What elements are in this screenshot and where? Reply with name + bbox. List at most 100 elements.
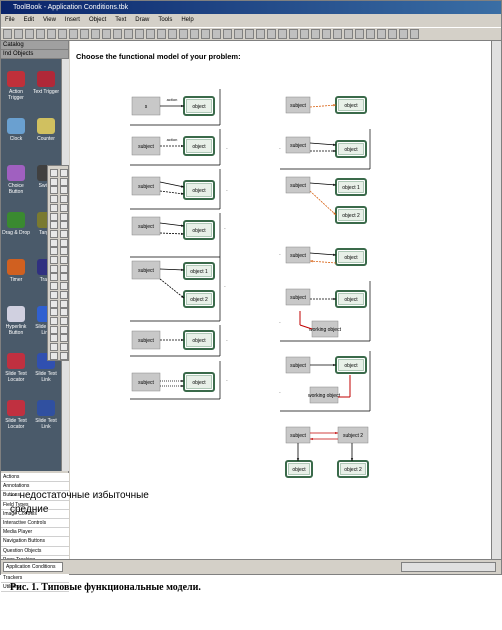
toolbar-button[interactable] [190,29,199,39]
mini-tool-button[interactable] [60,195,68,204]
toolbar-button[interactable] [366,29,375,39]
mini-tool-button[interactable] [60,343,68,351]
toolbar-button[interactable] [223,29,232,39]
toolbar-button[interactable] [113,29,122,39]
mini-tool-button[interactable] [60,308,68,317]
mini-tool-button[interactable] [50,195,58,204]
palette-item[interactable]: Slide Text Locator [1,392,31,438]
mini-tool-button[interactable] [60,282,68,291]
toolbar-button[interactable] [124,29,133,39]
menu-item-file[interactable]: File [5,14,15,26]
palette-item[interactable]: Counter [31,110,61,156]
mini-tool-button[interactable] [60,264,68,273]
mini-tool-button[interactable] [60,229,68,238]
toolbar-button[interactable] [289,29,298,39]
toolbar-button[interactable] [245,29,254,39]
mini-tool-button[interactable] [50,325,58,334]
mini-tool-button[interactable] [60,325,68,334]
toolbar-button[interactable] [102,29,111,39]
mini-tool-button[interactable] [50,212,58,221]
menu-item-text[interactable]: Text [115,14,126,26]
mini-tool-button[interactable] [60,203,68,212]
mini-tool-button[interactable] [50,186,58,195]
toolbar-button[interactable] [278,29,287,39]
mini-tool-button[interactable] [50,290,58,299]
toolbar-button[interactable] [3,29,12,39]
mini-tool-button[interactable] [60,221,68,230]
mini-tool-button[interactable] [50,264,58,273]
mini-tool-button[interactable] [50,343,58,351]
toolbar-button[interactable] [300,29,309,39]
mini-tool-button[interactable] [60,186,68,195]
mini-tool-button[interactable] [60,256,68,264]
catalog-list-item[interactable]: Question Objects [1,547,69,556]
menu-item-draw[interactable]: Draw [135,14,149,26]
toolbar-button[interactable] [168,29,177,39]
mini-tool-button[interactable] [50,308,58,317]
mini-tool-button[interactable] [50,334,58,343]
mini-tool-button[interactable] [60,169,68,177]
toolbar-button[interactable] [14,29,23,39]
mini-tool-button[interactable] [50,273,58,282]
menu-item-edit[interactable]: Edit [24,14,34,26]
toolbar-button[interactable] [388,29,397,39]
mini-tool-button[interactable] [50,229,58,238]
catalog-list-item[interactable]: Navigation Buttons [1,537,69,547]
mini-tool-button[interactable] [50,238,58,247]
menu-item-object[interactable]: Object [89,14,106,26]
mini-tool-button[interactable] [50,169,58,177]
toolbar-button[interactable] [377,29,386,39]
mini-tool-button[interactable] [60,273,68,282]
menu-item-view[interactable]: View [43,14,56,26]
mini-tool-button[interactable] [60,316,68,325]
mini-tool-button[interactable] [50,247,58,256]
mini-tool-button[interactable] [60,334,68,343]
mini-tool-button[interactable] [60,177,68,186]
toolbar-button[interactable] [36,29,45,39]
mini-tool-button[interactable] [60,351,68,360]
toolbar-button[interactable] [355,29,364,39]
palette-item[interactable]: Action Trigger [1,63,31,109]
palette-item[interactable]: Clock [1,110,31,156]
mini-tool-button[interactable] [60,212,68,221]
mini-tool-button[interactable] [50,177,58,186]
toolbar-button[interactable] [47,29,56,39]
toolbar-button[interactable] [80,29,89,39]
toolbar-button[interactable] [212,29,221,39]
mini-tool-button[interactable] [50,203,58,212]
toolbar-button[interactable] [146,29,155,39]
palette-item[interactable]: Slide Text Locator [1,345,31,391]
toolbar-button[interactable] [399,29,408,39]
mini-tool-button[interactable] [60,247,68,256]
mini-tool-button[interactable] [50,282,58,291]
mini-tool-button[interactable] [50,299,58,308]
toolbar-button[interactable] [157,29,166,39]
toolbar-button[interactable] [234,29,243,39]
toolbar-button[interactable] [267,29,276,39]
toolbar-button[interactable] [322,29,331,39]
mini-tool-button[interactable] [50,221,58,230]
horizontal-scrollbar[interactable] [401,562,496,572]
catalog-list-item[interactable]: Interactive Controls [1,519,69,529]
toolbar-button[interactable] [344,29,353,39]
menu-item-help[interactable]: Help [181,14,193,26]
mini-tool-button[interactable] [60,290,68,299]
mini-tool-button[interactable] [50,351,58,360]
catalog-list-item[interactable]: Actions [1,473,69,483]
toolbar-button[interactable] [135,29,144,39]
palette-item[interactable]: Choice Button [1,157,31,203]
toolbar-button[interactable] [410,29,419,39]
vertical-scrollbar[interactable] [491,41,501,559]
page-canvas[interactable]: Choose the functional model of your prob… [70,41,491,559]
mini-tool-button[interactable] [50,316,58,325]
toolbar-button[interactable] [333,29,342,39]
toolbar-button[interactable] [58,29,67,39]
toolbar-button[interactable] [25,29,34,39]
palette-item[interactable]: Text Trigger [31,63,61,109]
mini-tool-button[interactable] [50,256,58,264]
palette-item[interactable]: Slide Text Link [31,392,61,438]
toolbar-button[interactable] [311,29,320,39]
palette-item[interactable]: Timer [1,251,31,297]
toolbar-button[interactable] [69,29,78,39]
catalog-list-item[interactable]: Media Player [1,528,69,538]
